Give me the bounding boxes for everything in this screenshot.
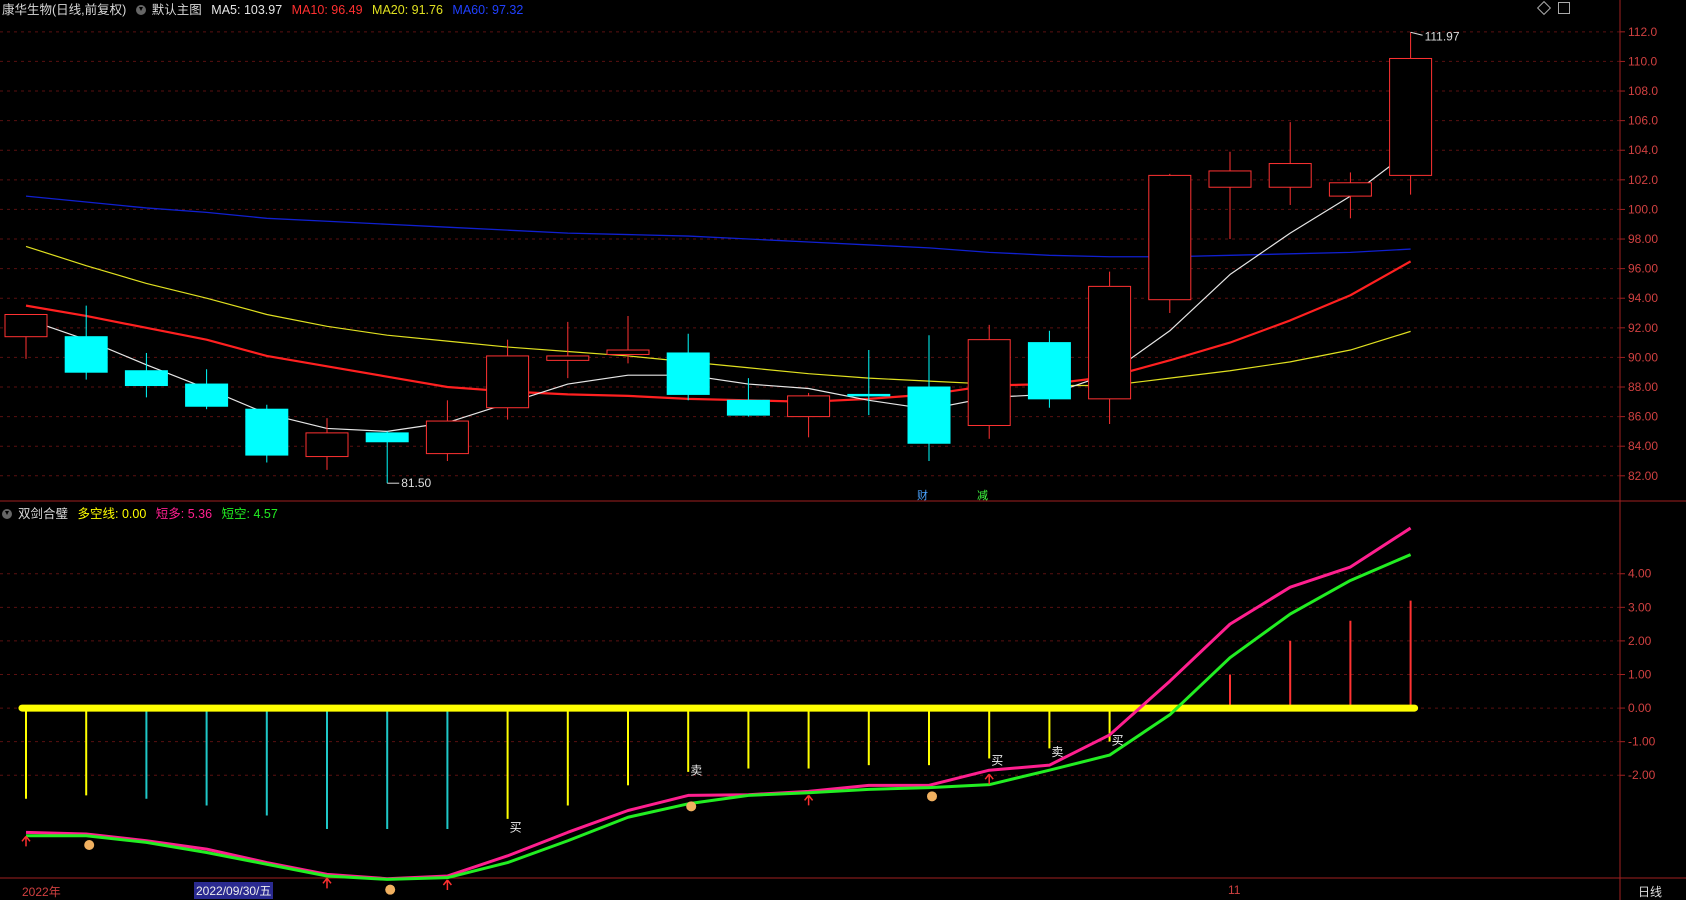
up-arrow-icon <box>322 877 332 889</box>
indicator-dropdown-icon[interactable] <box>2 509 12 519</box>
candle-body[interactable] <box>1027 342 1071 400</box>
price-tick-label: 106.0 <box>1628 114 1658 128</box>
indicator-tick-label: -1.00 <box>1628 735 1656 749</box>
candle-body[interactable] <box>1268 163 1312 188</box>
ma20-value: MA20: 91.76 <box>372 3 443 17</box>
buy-signal-label: 买 <box>510 821 522 835</box>
candle-body[interactable] <box>1328 182 1372 197</box>
candle-body[interactable] <box>787 395 831 418</box>
price-tick-label: 98.00 <box>1628 232 1658 246</box>
candle-body[interactable] <box>245 408 289 456</box>
price-tick-label: 96.00 <box>1628 262 1658 276</box>
candlesticks[interactable] <box>4 32 1433 484</box>
candle-body[interactable] <box>726 399 770 416</box>
up-arrow-icon <box>21 835 31 847</box>
price-tick-label: 112.0 <box>1628 25 1657 39</box>
candle-body[interactable] <box>124 370 168 387</box>
time-axis-year: 2022年 <box>22 885 61 899</box>
template-dropdown-icon[interactable] <box>135 5 146 15</box>
price-tick-label: 86.00 <box>1628 410 1658 424</box>
candle-body[interactable] <box>606 349 650 355</box>
candle-body[interactable] <box>967 339 1011 426</box>
ma20-line <box>25 245 1411 387</box>
candle-body[interactable] <box>425 420 469 455</box>
indicator-header: 双剑合璧 多空线: 0.00 短多: 5.36 短空: 4.57 <box>2 506 284 522</box>
price-tick-label: 100.0 <box>1628 202 1658 216</box>
stock-title[interactable]: 康华生物(日线,前复权) <box>2 3 126 17</box>
price-tick-label: 104.0 <box>1628 143 1658 157</box>
candle-body[interactable] <box>546 355 590 361</box>
candle-body[interactable] <box>185 383 229 407</box>
buy-signal-label: 买 <box>991 753 1003 767</box>
min-price-label: 81.50 <box>401 476 431 490</box>
indicator-tick-label: 3.00 <box>1628 600 1652 614</box>
price-tick-label: 102.0 <box>1628 173 1658 187</box>
up-arrow-icon <box>442 879 452 890</box>
indicator-panel[interactable]: 买买买卖卖 <box>18 526 1419 895</box>
time-axis-selected-date[interactable]: 2022/09/30/五 <box>194 882 274 899</box>
sell-signal-label: 卖 <box>1051 745 1063 759</box>
candle-body[interactable] <box>1088 285 1132 400</box>
candle-body[interactable] <box>365 432 409 443</box>
indicator-tick-label: -2.00 <box>1628 768 1656 782</box>
candle-body[interactable] <box>64 336 108 373</box>
kline-chart-area[interactable]: 买买买卖卖 112.0110.0108.0106.0104.0102.0100.… <box>0 0 1686 900</box>
candle-body[interactable] <box>486 355 530 409</box>
time-axis-month: 11 <box>1228 883 1241 897</box>
ma10-value: MA10: 96.49 <box>291 3 363 17</box>
max-price-label: 111.97 <box>1425 29 1460 43</box>
candle-body[interactable] <box>907 386 951 444</box>
sell-signal-label: 卖 <box>690 764 702 778</box>
ma60-line <box>25 195 1411 258</box>
ma5-line <box>25 150 1411 433</box>
duokong-value: 多空线: 0.00 <box>77 507 147 521</box>
duankong-value: 短空: 4.57 <box>221 507 278 521</box>
buy-signal-label: 买 <box>1112 733 1124 747</box>
hand-signal-icon <box>927 791 937 802</box>
indicator-tick-label: 2.00 <box>1628 634 1652 648</box>
max-price-pointer <box>1410 31 1423 36</box>
event-tag-reduce[interactable]: 减 <box>977 487 988 503</box>
period-label[interactable]: 日线 <box>1638 883 1662 900</box>
axis-labels: 112.0 110.0 108.0 106.0 104.0 102.0 100.0 98.00… <box>387 25 1658 782</box>
moving-average-lines <box>25 150 1412 433</box>
ma10-line <box>25 260 1412 403</box>
candle-body[interactable] <box>1389 57 1433 176</box>
price-tick-label: 108.0 <box>1628 84 1658 98</box>
hand-signal-icon <box>84 840 95 851</box>
event-tag-financial[interactable]: 财 <box>917 487 928 503</box>
ma5-value: MA5: 103.97 <box>211 3 283 17</box>
price-tick-label: 82.00 <box>1628 469 1658 483</box>
indicator-tick-label: 0.00 <box>1628 701 1652 715</box>
candle-body[interactable] <box>666 352 710 395</box>
window-box-icon[interactable] <box>1558 2 1570 14</box>
hand-signal-icon <box>385 884 396 895</box>
ma60-value: MA60: 97.32 <box>452 3 524 17</box>
indicator-tick-label: 4.00 <box>1628 567 1652 581</box>
candle-body[interactable] <box>1208 170 1252 188</box>
indicator-name[interactable]: 双剑合璧 <box>18 507 68 521</box>
candle-body[interactable] <box>4 313 48 338</box>
main-chart-header: 康华生物(日线,前复权) 默认主图 MA5: 103.97 MA10: 96.4… <box>2 2 529 18</box>
hand-signal-icon <box>686 801 697 812</box>
duankong-line <box>26 553 1412 881</box>
candle-body[interactable] <box>305 432 349 458</box>
template-name[interactable]: 默认主图 <box>152 3 202 17</box>
duanduo-value: 短多: 5.36 <box>155 507 213 521</box>
price-tick-label: 84.00 <box>1628 439 1658 453</box>
price-tick-label: 90.00 <box>1628 350 1658 364</box>
price-tick-label: 110.0 <box>1628 54 1657 68</box>
price-tick-label: 94.00 <box>1628 291 1658 305</box>
candle-body[interactable] <box>847 393 891 397</box>
duanduo-line <box>25 526 1412 881</box>
indicator-tick-label: 1.00 <box>1628 667 1652 681</box>
price-tick-label: 92.00 <box>1628 321 1658 335</box>
price-tick-label: 88.00 <box>1628 380 1658 394</box>
candle-body[interactable] <box>1148 174 1192 301</box>
up-arrow-icon <box>804 794 814 806</box>
